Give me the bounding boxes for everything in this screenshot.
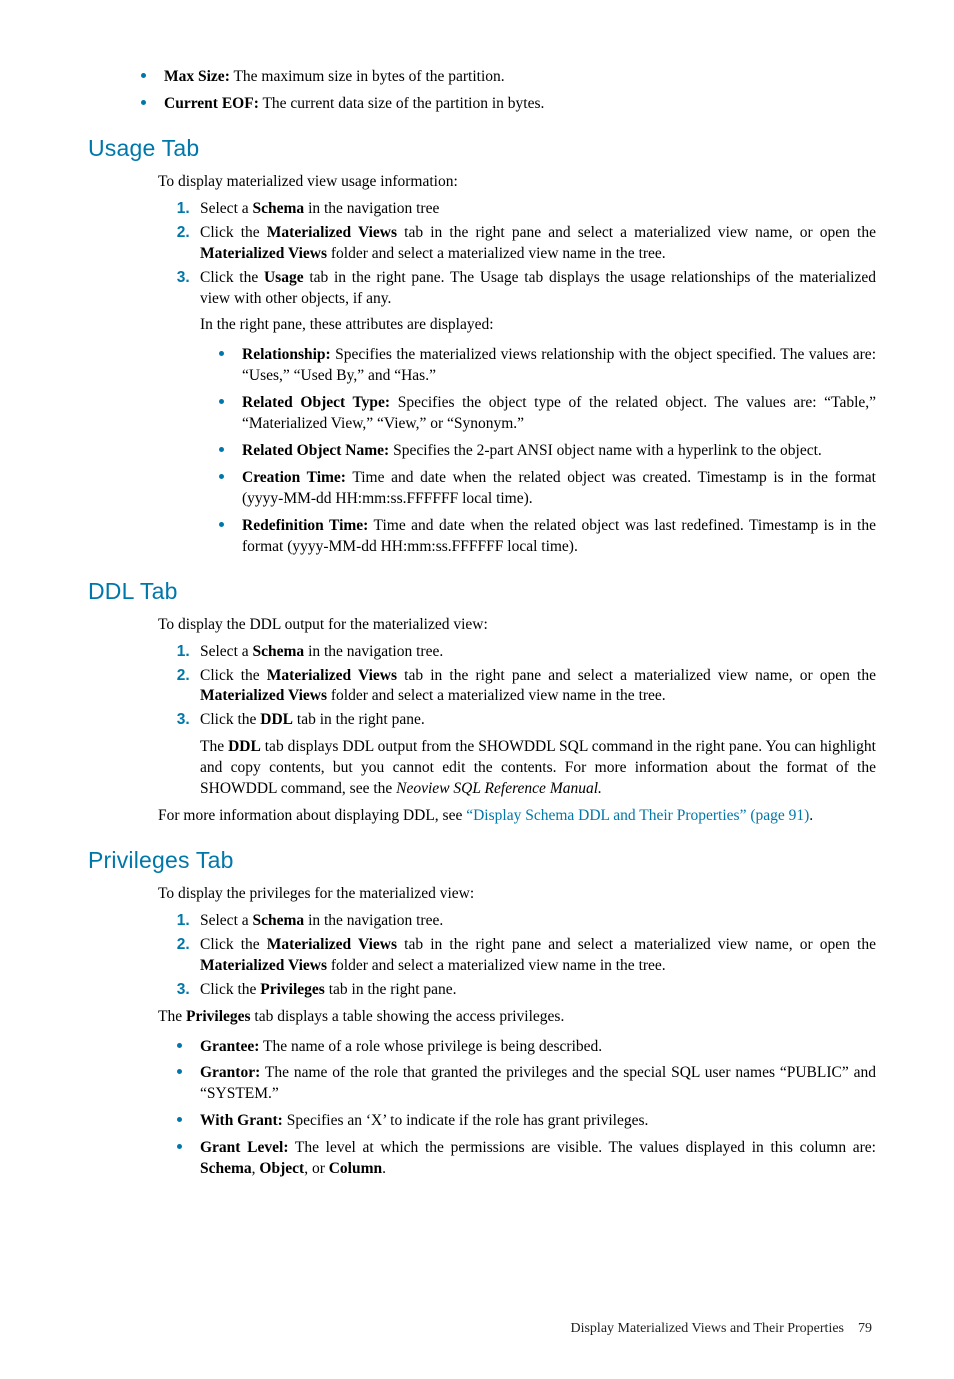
display-schema-ddl-link[interactable]: “Display Schema DDL and Their Properties…	[466, 807, 809, 824]
step-3: Click the DDL tab in the right pane. The…	[194, 710, 876, 800]
ddl-more-info: For more information about displaying DD…	[158, 806, 876, 827]
ddl-steps: Select a Schema in the navigation tree. …	[158, 642, 876, 800]
usage-attrs-list: Relationship: Specifies the materialized…	[200, 342, 876, 557]
list-item: Grantee: The name of a role whose privil…	[194, 1034, 876, 1058]
list-item: Relationship: Specifies the materialized…	[236, 342, 876, 387]
list-item: Creation Time: Time and date when the re…	[236, 465, 876, 510]
partition-attrs-list: Max Size: The maximum size in bytes of t…	[122, 64, 876, 115]
list-item: Related Object Type: Specifies the objec…	[236, 390, 876, 435]
term: Max Size:	[164, 68, 230, 85]
step-3: Click the Usage tab in the right pane. T…	[194, 268, 876, 558]
list-item: Related Object Name: Specifies the 2-par…	[236, 438, 876, 462]
usage-tab-heading: Usage Tab	[88, 133, 876, 164]
ddl-tab-heading: DDL Tab	[88, 576, 876, 607]
ddl-intro: To display the DDL output for the materi…	[158, 615, 876, 636]
footer-title: Display Materialized Views and Their Pro…	[570, 1321, 844, 1336]
step-3-subpara: The DDL tab displays DDL output from the…	[200, 737, 876, 800]
footer-page-number: 79	[858, 1321, 872, 1336]
list-item: Grant Level: The level at which the perm…	[194, 1135, 876, 1180]
step-3-subpara: In the right pane, these attributes are …	[200, 315, 876, 336]
usage-steps: Select a Schema in the navigation tree C…	[158, 199, 876, 558]
priv-steps: Select a Schema in the navigation tree. …	[158, 911, 876, 1001]
privileges-tab-heading: Privileges Tab	[88, 845, 876, 876]
step-1: Select a Schema in the navigation tree	[194, 199, 876, 220]
priv-intro: To display the privileges for the materi…	[158, 884, 876, 905]
priv-table-intro: The Privileges tab displays a table show…	[158, 1007, 876, 1028]
page-footer: Display Materialized Views and Their Pro…	[88, 1320, 876, 1339]
priv-attrs-list: Grantee: The name of a role whose privil…	[158, 1034, 876, 1181]
desc: The current data size of the partition i…	[259, 95, 545, 112]
step-1: Select a Schema in the navigation tree.	[194, 642, 876, 663]
list-item: Current EOF: The current data size of th…	[158, 91, 876, 115]
desc: The maximum size in bytes of the partiti…	[230, 68, 505, 85]
list-item: Redefinition Time: Time and date when th…	[236, 513, 876, 558]
step-1: Select a Schema in the navigation tree.	[194, 911, 876, 932]
term: Current EOF:	[164, 95, 259, 112]
list-item: With Grant: Specifies an ‘X’ to indicate…	[194, 1108, 876, 1132]
step-2: Click the Materialized Views tab in the …	[194, 666, 876, 708]
list-item: Grantor: The name of the role that grant…	[194, 1060, 876, 1105]
list-item: Max Size: The maximum size in bytes of t…	[158, 64, 876, 88]
step-2: Click the Materialized Views tab in the …	[194, 223, 876, 265]
step-3: Click the Privileges tab in the right pa…	[194, 980, 876, 1001]
usage-intro: To display materialized view usage infor…	[158, 172, 876, 193]
step-2: Click the Materialized Views tab in the …	[194, 935, 876, 977]
